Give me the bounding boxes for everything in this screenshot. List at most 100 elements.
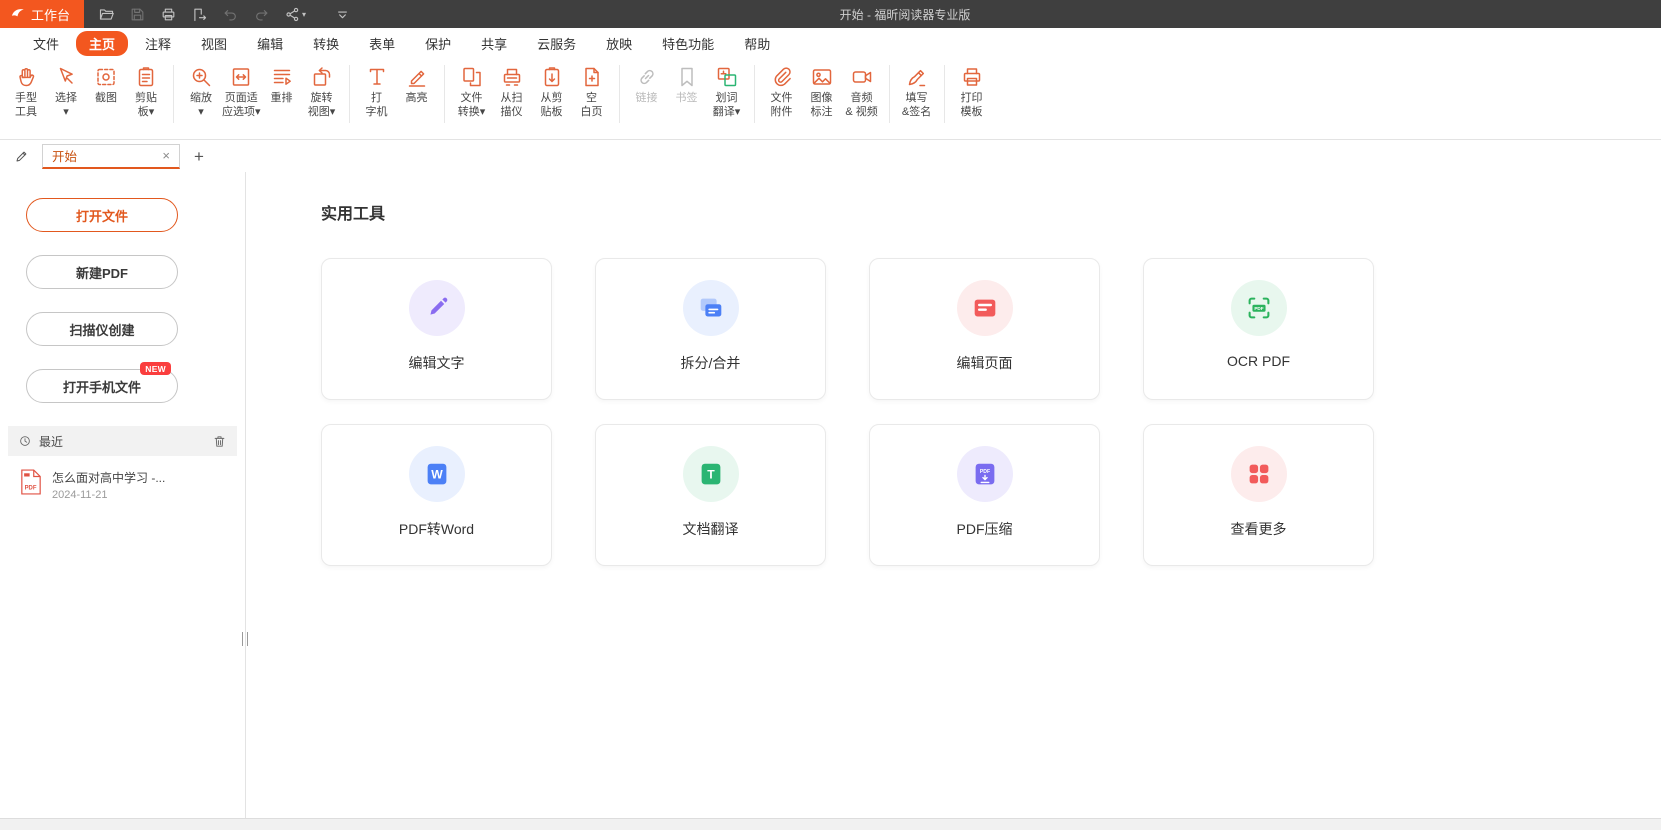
menu-item-9[interactable]: 共享 (468, 31, 520, 56)
undo-icon (222, 6, 239, 23)
share-icon[interactable]: ▾ (284, 6, 306, 23)
ribbon-blank-page[interactable]: 空白页 (572, 58, 612, 119)
ribbon-from-clipboard[interactable]: 从剪贴板 (532, 58, 572, 119)
undo-icon (222, 6, 239, 23)
sidebar-button-new-pdf[interactable]: 新建PDF (26, 255, 178, 289)
ribbon-convert[interactable]: 文件转换▾ (452, 58, 492, 119)
split-merge-icon (683, 280, 739, 336)
print-icon[interactable] (160, 6, 177, 23)
card-edit-text[interactable]: 编辑文字 (321, 258, 552, 400)
recent-label: 最近 (39, 433, 63, 450)
svg-text:PDF: PDF (25, 485, 37, 491)
tab-start[interactable]: 开始 × (42, 144, 180, 169)
ribbon-typewriter[interactable]: 打字机 (357, 58, 397, 119)
menu-item-10[interactable]: 云服务 (524, 31, 589, 56)
divider-drag-handle[interactable] (242, 632, 248, 646)
card-view-more[interactable]: 查看更多 (1143, 424, 1374, 566)
menu-item-11[interactable]: 放映 (593, 31, 645, 56)
reflow-icon (270, 65, 294, 89)
ribbon-fill-sign[interactable]: 填写&签名 (897, 58, 937, 119)
ribbon-bookmark: 书签 (667, 58, 707, 106)
card-pdf-compress[interactable]: PDFPDF压缩 (869, 424, 1100, 566)
ribbon-select[interactable]: 选择▾ (46, 58, 86, 119)
ribbon-print-template[interactable]: 打印模板 (952, 58, 992, 119)
menu-item-8[interactable]: 保护 (412, 31, 464, 56)
ribbon-reflow[interactable]: 重排 (262, 58, 302, 106)
ribbon-image-annot[interactable]: 图像标注 (802, 58, 842, 119)
ribbon-link: 链接 (627, 58, 667, 106)
ribbon-tool-label: 空白页 (581, 92, 603, 119)
menu-item-6[interactable]: 转换 (300, 31, 352, 56)
new-tab-button[interactable]: + (194, 148, 204, 165)
menu-item-12[interactable]: 特色功能 (649, 31, 727, 56)
card-doc-translate[interactable]: T文档翻译 (595, 424, 826, 566)
ribbon-tool-label: 页面适应选项▾ (222, 92, 261, 119)
customize-toolbar-icon[interactable] (334, 6, 351, 23)
ribbon-tool-label: 从剪贴板 (541, 92, 563, 119)
print-template-icon (960, 65, 984, 89)
card-split-merge[interactable]: 拆分/合并 (595, 258, 826, 400)
new-badge: NEW (140, 362, 171, 375)
ribbon-tool-label: 打印模板 (961, 92, 983, 119)
open-folder-icon[interactable] (98, 6, 115, 23)
ribbon-separator (754, 65, 755, 123)
page-title: 实用工具 (321, 200, 1661, 224)
card-ocr-pdf[interactable]: PDFOCR PDF (1143, 258, 1374, 400)
sidebar-button-open-phone-file[interactable]: 打开手机文件NEW (26, 369, 178, 403)
menu-item-2-active[interactable]: 主页 (76, 31, 128, 56)
pdf-to-word-icon: W (409, 446, 465, 502)
highlight-icon (405, 65, 429, 89)
ribbon-scanner[interactable]: 从扫描仪 (492, 58, 532, 119)
edit-text-icon (409, 280, 465, 336)
card-label: 编辑页面 (957, 353, 1013, 373)
ribbon-snapshot[interactable]: 截图 (86, 58, 126, 106)
page-fit-icon (229, 65, 253, 89)
zoom-icon (189, 65, 213, 89)
card-pdf-to-word[interactable]: W PDF转Word (321, 424, 552, 566)
ribbon-hand[interactable]: 手型工具 (6, 58, 46, 119)
tab-close-icon[interactable]: × (162, 149, 170, 162)
sidebar-button-open-file[interactable]: 打开文件 (26, 198, 178, 232)
ribbon-tool-label: 剪贴板▾ (135, 92, 157, 119)
ribbon-tool-label: 打字机 (366, 92, 388, 119)
sidebar-button-scanner-create[interactable]: 扫描仪创建 (26, 312, 178, 346)
trash-icon[interactable] (212, 434, 227, 449)
card-label: PDF压缩 (957, 519, 1013, 539)
recent-file-date: 2024-11-21 (52, 489, 165, 501)
menu-item-5[interactable]: 编辑 (244, 31, 296, 56)
foxit-logo-icon (10, 7, 25, 22)
export-page-icon[interactable] (191, 6, 208, 23)
menu-item-1[interactable]: 文件 (20, 31, 72, 56)
ribbon-tool-label: 截图 (95, 92, 117, 106)
ribbon-attachment[interactable]: 文件附件 (762, 58, 802, 119)
menu-item-3[interactable]: 注释 (132, 31, 184, 56)
menu-item-7[interactable]: 表单 (356, 31, 408, 56)
ribbon-rotate[interactable]: 旋转视图▾ (302, 58, 342, 119)
card-label: PDF转Word (399, 519, 474, 539)
tab-label: 开始 (52, 146, 77, 165)
card-edit-pages[interactable]: 编辑页面 (869, 258, 1100, 400)
ribbon-zoom[interactable]: 缩放▾ (181, 58, 221, 119)
pencil-icon[interactable] (14, 148, 30, 164)
ribbon-tool-label: 高亮 (406, 92, 428, 106)
quick-access-toolbar: ▾ (98, 6, 351, 23)
recent-file-item[interactable]: PDF 怎么面对高中学习 -... 2024-11-21 (0, 456, 245, 501)
workspace-button[interactable]: 工作台 (0, 0, 84, 28)
menu-item-13[interactable]: 帮助 (731, 31, 783, 56)
card-label: 文档翻译 (683, 519, 739, 539)
export-icon (191, 6, 208, 23)
ribbon-tool-label: 缩放▾ (190, 92, 212, 119)
bottom-scrollbar[interactable] (0, 818, 1661, 830)
card-label: OCR PDF (1227, 353, 1290, 369)
ribbon-page-fit[interactable]: 页面适应选项▾ (221, 58, 262, 119)
ribbon-highlight[interactable]: 高亮 (397, 58, 437, 106)
from-clipboard-icon (540, 65, 564, 89)
ribbon-translate[interactable]: 划词翻译▾ (707, 58, 747, 119)
menu-item-4[interactable]: 视图 (188, 31, 240, 56)
ribbon-separator (444, 65, 445, 123)
ribbon-audio-video[interactable]: 音频& 视频 (842, 58, 882, 119)
edit-pages-icon (957, 280, 1013, 336)
ribbon-separator (173, 65, 174, 123)
ribbon-clipboard[interactable]: 剪贴板▾ (126, 58, 166, 119)
audio-video-icon (850, 65, 874, 89)
